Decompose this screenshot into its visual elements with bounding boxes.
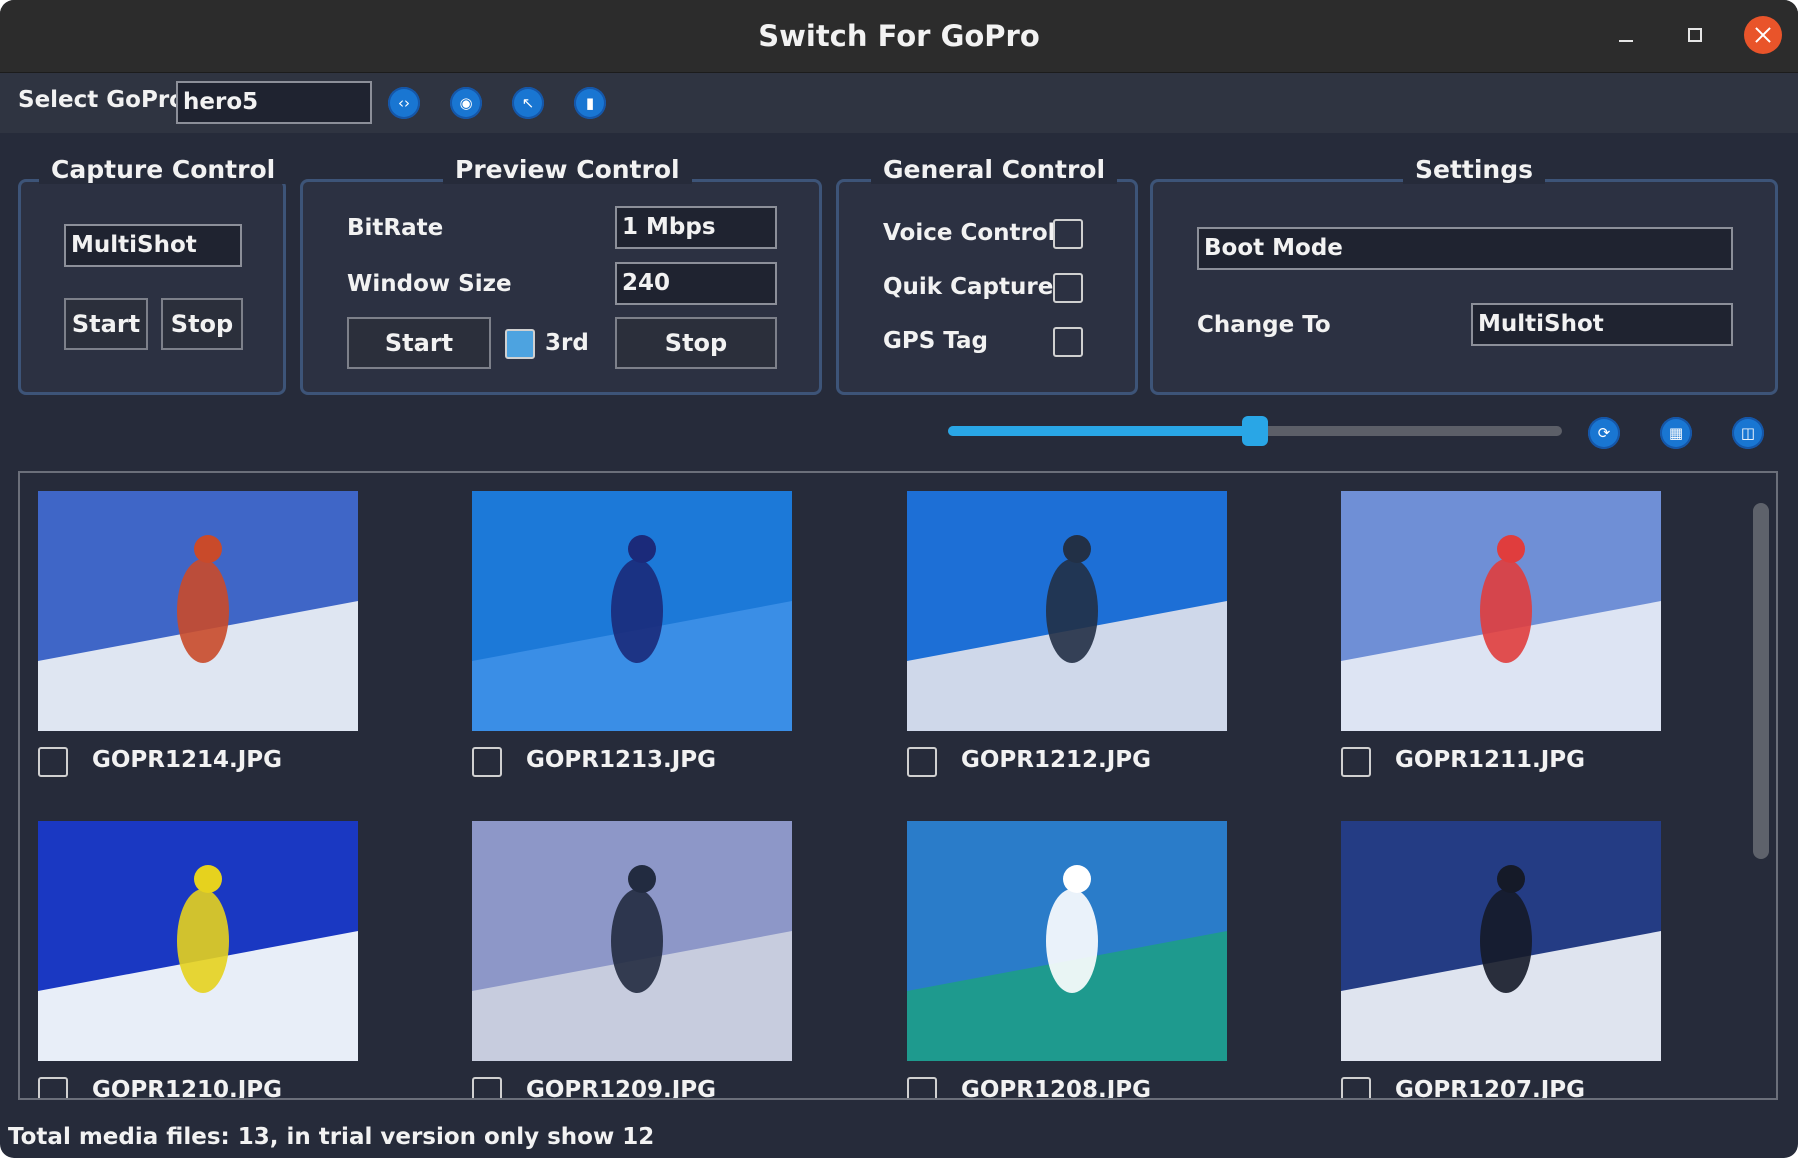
gps-tag-checkbox[interactable] bbox=[1053, 327, 1083, 357]
media-thumbnail[interactable] bbox=[38, 821, 358, 1061]
change-to-select[interactable]: MultiShot bbox=[1471, 303, 1733, 346]
settings-legend: Settings bbox=[1403, 155, 1546, 184]
preview-start-button[interactable]: Start bbox=[347, 317, 491, 369]
preview-control-legend: Preview Control bbox=[443, 155, 692, 184]
delete-icon[interactable]: ◫ bbox=[1732, 417, 1764, 449]
media-select-checkbox[interactable] bbox=[38, 747, 68, 777]
media-thumbnail[interactable] bbox=[907, 821, 1227, 1061]
media-select-checkbox[interactable] bbox=[38, 1077, 68, 1098]
media-item[interactable]: GOPR1208.JPG bbox=[907, 821, 1307, 1100]
camera-icon[interactable]: ◉ bbox=[450, 87, 482, 119]
preview-stop-button[interactable]: Stop bbox=[615, 317, 777, 369]
media-filename: GOPR1212.JPG bbox=[961, 747, 1152, 773]
media-thumbnail[interactable] bbox=[472, 821, 792, 1061]
media-item[interactable]: GOPR1211.JPG bbox=[1341, 491, 1741, 811]
media-gallery[interactable]: GOPR1214.JPG GOPR1213.JPG GOPR1212.JPG GOPR… bbox=[18, 471, 1778, 1100]
toolbar: Select GoPro hero5 ‹› ◉ ↖ ▮ bbox=[0, 73, 1798, 133]
voice-control-checkbox[interactable] bbox=[1053, 219, 1083, 249]
media-thumbnail[interactable] bbox=[1341, 491, 1661, 731]
quik-capture-label: Quik Capture bbox=[883, 274, 1054, 300]
select-gopro-label: Select GoPro bbox=[18, 87, 185, 113]
message-icon[interactable]: ▮ bbox=[574, 87, 606, 119]
media-select-checkbox[interactable] bbox=[907, 747, 937, 777]
window-size-label: Window Size bbox=[347, 271, 512, 297]
code-icon[interactable]: ‹› bbox=[388, 87, 420, 119]
media-select-checkbox[interactable] bbox=[907, 1077, 937, 1098]
capture-mode-field[interactable]: MultiShot bbox=[64, 224, 242, 267]
change-to-label: Change To bbox=[1197, 312, 1331, 338]
title-bar[interactable]: Switch For GoPro bbox=[0, 0, 1798, 73]
media-thumbnail[interactable] bbox=[1341, 821, 1661, 1061]
media-filename: GOPR1208.JPG bbox=[961, 1077, 1152, 1100]
media-filename: GOPR1209.JPG bbox=[526, 1077, 717, 1100]
thumbnail-size-slider[interactable] bbox=[948, 416, 1562, 446]
gallery-scrollbar[interactable] bbox=[1753, 503, 1769, 859]
voice-control-label: Voice Control bbox=[883, 220, 1056, 246]
settings-group: Settings Boot Mode Change To MultiShot bbox=[1150, 155, 1778, 395]
slider-fill bbox=[948, 426, 1255, 436]
general-control-legend: General Control bbox=[871, 155, 1118, 184]
status-bar-text: Total media files: 13, in trial version … bbox=[8, 1124, 655, 1150]
capture-stop-button[interactable]: Stop bbox=[161, 298, 243, 350]
media-item[interactable]: GOPR1214.JPG bbox=[38, 491, 438, 811]
media-item[interactable]: GOPR1207.JPG bbox=[1341, 821, 1741, 1100]
capture-control-legend: Capture Control bbox=[39, 155, 288, 184]
media-select-checkbox[interactable] bbox=[1341, 747, 1371, 777]
media-select-checkbox[interactable] bbox=[472, 1077, 502, 1098]
media-thumbnail[interactable] bbox=[907, 491, 1227, 731]
refresh-icon[interactable]: ⟳ bbox=[1588, 417, 1620, 449]
media-select-checkbox[interactable] bbox=[472, 747, 502, 777]
close-icon[interactable] bbox=[1744, 16, 1782, 54]
gps-tag-label: GPS Tag bbox=[883, 328, 989, 354]
third-person-label: 3rd bbox=[545, 330, 589, 356]
capture-start-button[interactable]: Start bbox=[64, 298, 148, 350]
media-filename: GOPR1214.JPG bbox=[92, 747, 283, 773]
media-filename: GOPR1207.JPG bbox=[1395, 1077, 1586, 1100]
media-select-checkbox[interactable] bbox=[1341, 1077, 1371, 1098]
third-person-checkbox[interactable] bbox=[505, 329, 535, 359]
media-filename: GOPR1211.JPG bbox=[1395, 747, 1586, 773]
cursor-icon[interactable]: ↖ bbox=[512, 87, 544, 119]
window-title: Switch For GoPro bbox=[758, 19, 1040, 53]
media-item[interactable]: GOPR1209.JPG bbox=[472, 821, 872, 1100]
media-item[interactable]: GOPR1212.JPG bbox=[907, 491, 1307, 811]
media-thumbnail[interactable] bbox=[472, 491, 792, 731]
media-item[interactable]: GOPR1213.JPG bbox=[472, 491, 872, 811]
capture-control-group: Capture Control MultiShot Start Stop bbox=[18, 155, 288, 395]
bitrate-field[interactable]: 1 Mbps bbox=[615, 206, 777, 249]
media-thumbnail[interactable] bbox=[38, 491, 358, 731]
save-icon[interactable]: ▦ bbox=[1660, 417, 1692, 449]
slider-thumb[interactable] bbox=[1242, 416, 1268, 446]
maximize-icon[interactable] bbox=[1678, 18, 1714, 54]
media-filename: GOPR1213.JPG bbox=[526, 747, 717, 773]
general-control-group: General Control Voice Control Quik Captu… bbox=[836, 155, 1138, 395]
quik-capture-checkbox[interactable] bbox=[1053, 273, 1083, 303]
setting-select[interactable]: Boot Mode bbox=[1197, 227, 1733, 270]
media-filename: GOPR1210.JPG bbox=[92, 1077, 283, 1100]
app-window: Switch For GoPro Select GoPro hero5 ‹› ◉… bbox=[0, 0, 1798, 1158]
preview-control-group: Preview Control BitRate 1 Mbps Window Si… bbox=[300, 155, 822, 395]
window-size-field[interactable]: 240 bbox=[615, 262, 777, 305]
media-item[interactable]: GOPR1210.JPG bbox=[38, 821, 438, 1100]
minimize-icon[interactable] bbox=[1608, 18, 1644, 54]
bitrate-label: BitRate bbox=[347, 215, 444, 241]
select-gopro-input[interactable]: hero5 bbox=[176, 81, 372, 124]
